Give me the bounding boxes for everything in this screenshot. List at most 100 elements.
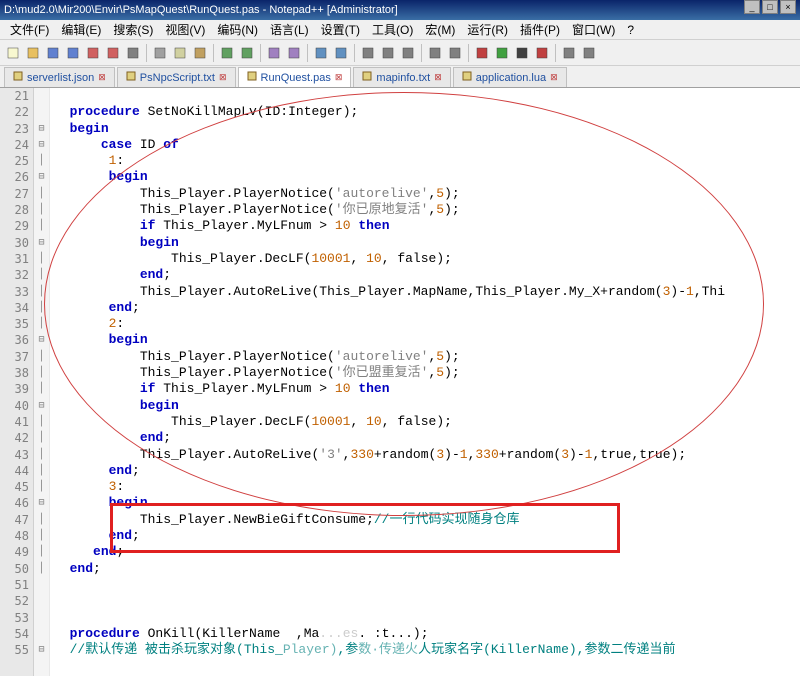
file-tab[interactable]: application.lua⊠ (453, 67, 567, 87)
fold-marker[interactable]: ⊟ (34, 642, 49, 658)
menu-item[interactable]: 插件(P) (514, 21, 566, 38)
cut-button[interactable] (151, 44, 169, 62)
fold-marker[interactable]: │ (34, 251, 49, 267)
menu-item[interactable]: 编码(N) (211, 21, 264, 38)
maximize-button[interactable]: □ (762, 0, 778, 14)
stop-button[interactable] (513, 44, 531, 62)
open-button[interactable] (24, 44, 42, 62)
file-tab[interactable]: serverlist.json⊠ (4, 67, 115, 87)
fold-marker[interactable]: │ (34, 430, 49, 446)
code-line[interactable]: //默认传递 被击杀玩家对象(This_Player),参数·传递火人玩家名字(… (54, 642, 800, 658)
code-line[interactable]: end; (54, 561, 800, 577)
code-line[interactable]: This_Player.DecLF(10001, 10, false); (54, 414, 800, 430)
code-line[interactable]: 3: (54, 479, 800, 495)
code-line[interactable] (54, 610, 800, 626)
fold-marker[interactable]: │ (34, 512, 49, 528)
find-button[interactable] (265, 44, 283, 62)
fold-marker[interactable]: │ (34, 284, 49, 300)
save-button[interactable] (44, 44, 62, 62)
code-line[interactable]: This_Player.DecLF(10001, 10, false); (54, 251, 800, 267)
code-line[interactable]: begin (54, 121, 800, 137)
fold-marker[interactable] (34, 104, 49, 120)
fold-marker[interactable]: │ (34, 300, 49, 316)
code-line[interactable]: case ID of (54, 137, 800, 153)
fold-marker[interactable]: │ (34, 267, 49, 283)
macro1-button[interactable] (560, 44, 578, 62)
fold-marker[interactable]: │ (34, 349, 49, 365)
fold-marker[interactable]: ⊟ (34, 169, 49, 185)
file-tab[interactable]: mapinfo.txt⊠ (353, 67, 450, 87)
closeall-button[interactable] (104, 44, 122, 62)
code-line[interactable]: end; (54, 300, 800, 316)
code-line[interactable]: if This_Player.MyLFnum > 10 then (54, 218, 800, 234)
unfold-button[interactable] (446, 44, 464, 62)
fold-marker[interactable]: │ (34, 528, 49, 544)
fold-marker[interactable]: │ (34, 414, 49, 430)
close-button[interactable]: × (780, 0, 796, 14)
paste-button[interactable] (191, 44, 209, 62)
menu-item[interactable]: 语言(L) (264, 21, 315, 38)
code-line[interactable]: This_Player.PlayerNotice('你已盟重复活',5); (54, 365, 800, 381)
code-line[interactable] (54, 577, 800, 593)
code-line[interactable]: end; (54, 463, 800, 479)
undo-button[interactable] (218, 44, 236, 62)
fold-marker[interactable]: ⊟ (34, 121, 49, 137)
code-line[interactable]: This_Player.AutoReLive('3',330+random(3)… (54, 447, 800, 463)
fold-marker[interactable]: │ (34, 153, 49, 169)
code-line[interactable]: end; (54, 267, 800, 283)
zoomout-button[interactable] (332, 44, 350, 62)
tab-close-icon[interactable]: ⊠ (550, 72, 558, 83)
menu-item[interactable]: 窗口(W) (566, 21, 621, 38)
code-line[interactable]: This_Player.AutoReLive(This_Player.MapNa… (54, 284, 800, 300)
fold-marker[interactable]: │ (34, 463, 49, 479)
menu-item[interactable]: 编辑(E) (55, 21, 107, 38)
fold-marker[interactable] (34, 577, 49, 593)
saveall-button[interactable] (64, 44, 82, 62)
code-line[interactable]: end; (54, 430, 800, 446)
fold-marker[interactable]: ⊟ (34, 398, 49, 414)
fold-marker[interactable]: │ (34, 544, 49, 560)
code-line[interactable]: begin (54, 332, 800, 348)
redo-button[interactable] (238, 44, 256, 62)
fold-marker[interactable]: │ (34, 218, 49, 234)
file-tab[interactable]: RunQuest.pas⊠ (238, 67, 352, 87)
tab-close-icon[interactable]: ⊠ (434, 72, 442, 83)
fold-marker[interactable] (34, 626, 49, 642)
fold-marker[interactable]: ⊟ (34, 495, 49, 511)
code-line[interactable]: 1: (54, 153, 800, 169)
fold-marker[interactable]: │ (34, 316, 49, 332)
code-line[interactable]: This_Player.PlayerNotice('autorelive',5)… (54, 349, 800, 365)
code-line[interactable]: begin (54, 398, 800, 414)
fold-marker[interactable] (34, 593, 49, 609)
play-button[interactable] (493, 44, 511, 62)
code-editor[interactable]: 2122232425262728293031323334353637383940… (0, 88, 800, 676)
menu-item[interactable]: 搜索(S) (107, 21, 159, 38)
fold-marker[interactable]: ⊟ (34, 235, 49, 251)
fold-gutter[interactable]: ⊟⊟│⊟│││⊟│││││⊟│││⊟│││││⊟││││⊟ (34, 88, 50, 676)
menu-item[interactable]: 文件(F) (4, 21, 55, 38)
code-line[interactable]: begin (54, 235, 800, 251)
code-line[interactable]: end; (54, 544, 800, 560)
close-button[interactable] (84, 44, 102, 62)
zoomin-button[interactable] (312, 44, 330, 62)
wrap-button[interactable] (359, 44, 377, 62)
code-line[interactable] (54, 593, 800, 609)
macro2-button[interactable] (580, 44, 598, 62)
code-line[interactable]: if This_Player.MyLFnum > 10 then (54, 381, 800, 397)
code-line[interactable]: begin (54, 495, 800, 511)
file-tab[interactable]: PsNpcScript.txt⊠ (117, 67, 236, 87)
copy-button[interactable] (171, 44, 189, 62)
code-line[interactable]: procedure OnKill(KillerName ,Ma...es. :t… (54, 626, 800, 642)
menu-item[interactable]: 宏(M) (419, 21, 461, 38)
tab-close-icon[interactable]: ⊠ (335, 72, 343, 83)
fold-button[interactable] (426, 44, 444, 62)
fold-marker[interactable]: ⊟ (34, 332, 49, 348)
fold-marker[interactable] (34, 88, 49, 104)
code-line[interactable]: end; (54, 528, 800, 544)
menu-item[interactable]: 视图(V) (159, 21, 211, 38)
minimize-button[interactable]: _ (744, 0, 760, 14)
code-line[interactable]: This_Player.PlayerNotice('你已原地复活',5); (54, 202, 800, 218)
tab-close-icon[interactable]: ⊠ (98, 72, 106, 83)
fold-marker[interactable]: │ (34, 561, 49, 577)
fold-marker[interactable]: ⊟ (34, 137, 49, 153)
